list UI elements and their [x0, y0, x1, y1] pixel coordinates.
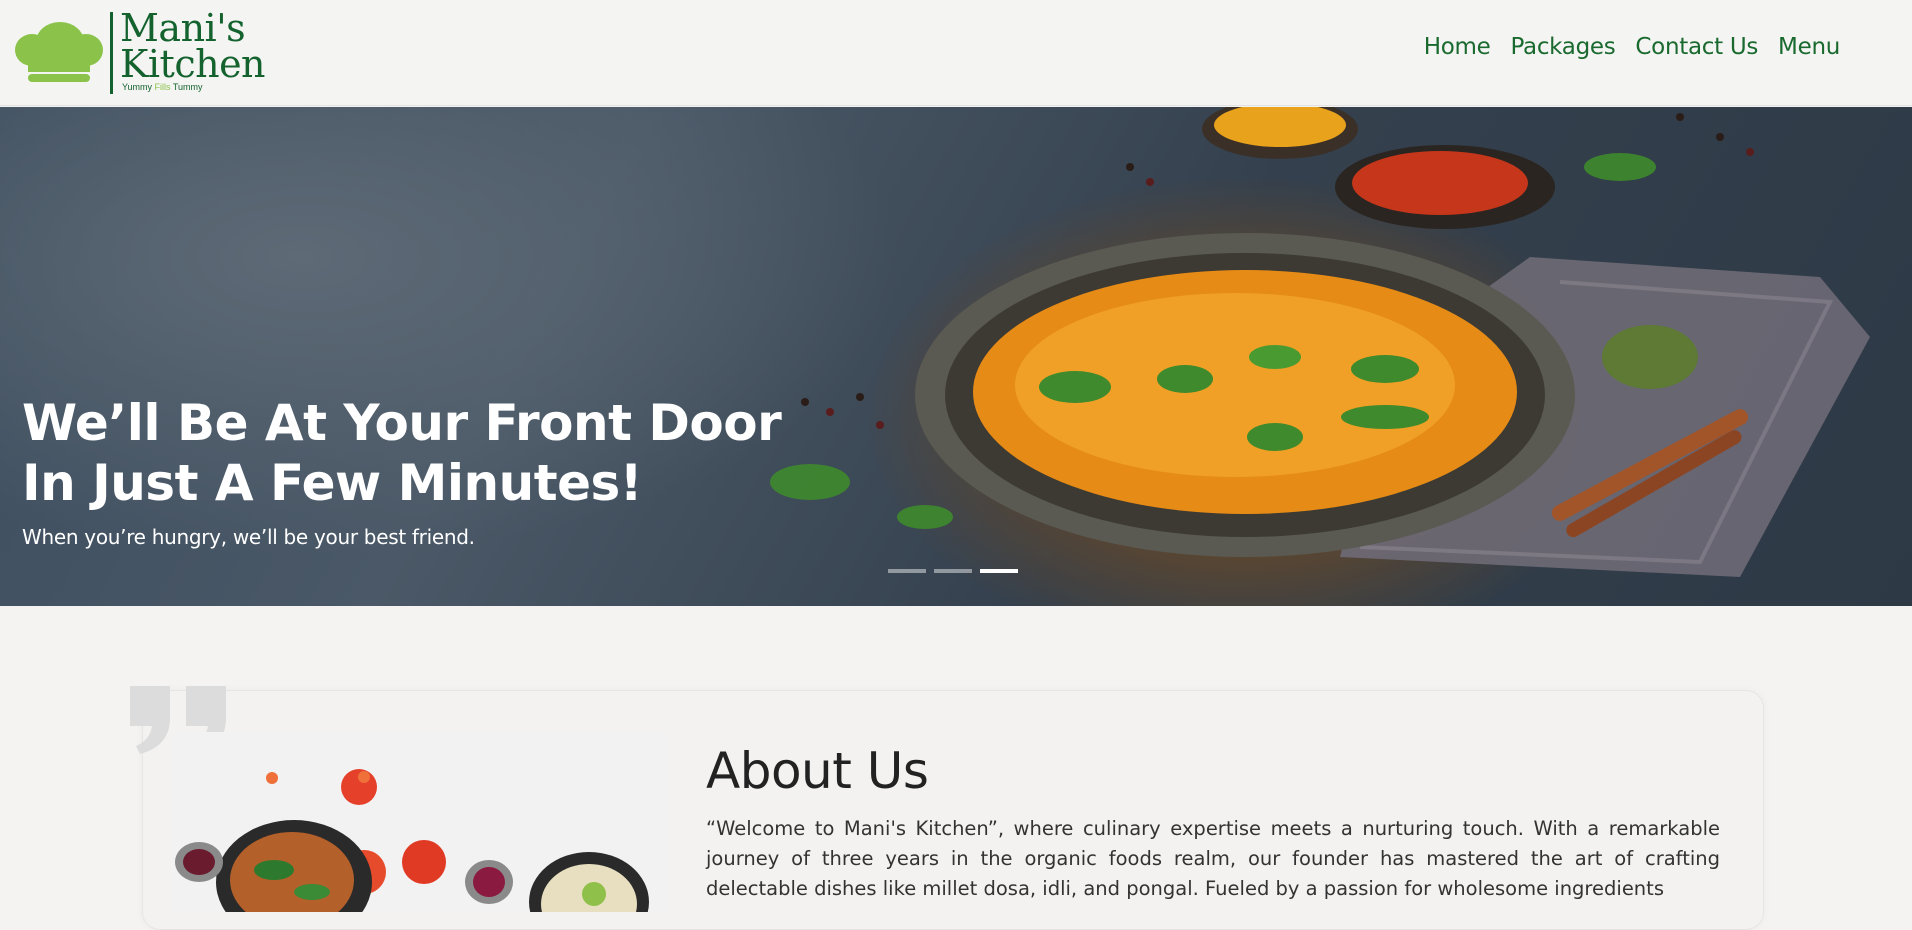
main-nav: Home Packages Contact Us Menu: [1424, 34, 1841, 60]
nav-link-contact-us[interactable]: Contact Us: [1635, 34, 1758, 60]
about-food-image: [174, 732, 666, 912]
nav-link-menu[interactable]: Menu: [1778, 34, 1840, 60]
nav-link-packages[interactable]: Packages: [1511, 34, 1616, 60]
carousel-indicator-2[interactable]: [934, 569, 972, 573]
carousel-indicator-3[interactable]: [980, 569, 1018, 573]
nav-link-home[interactable]: Home: [1424, 34, 1491, 60]
logo-divider: [110, 12, 113, 94]
hero-subtitle: When you’re hungry, we’ll be your best f…: [22, 525, 475, 549]
site-header: Mani's Kitchen Yummy Fills Tummy Home Pa…: [0, 0, 1912, 106]
about-title: About Us: [706, 742, 929, 800]
about-description: “Welcome to Mani's Kitchen”, where culin…: [706, 817, 1720, 900]
carousel-indicator-1[interactable]: [888, 569, 926, 573]
hero-headline: We’ll Be At Your Front Door In Just A Fe…: [22, 394, 782, 512]
carousel-indicators: [888, 569, 1018, 573]
brand-name: Mani's Kitchen: [120, 6, 266, 86]
chef-hat-icon: [15, 22, 103, 82]
brand-logo[interactable]: Mani's Kitchen Yummy Fills Tummy: [14, 6, 274, 96]
hero-carousel[interactable]: We’ll Be At Your Front Door In Just A Fe…: [0, 107, 1912, 606]
brand-tagline: Yummy Fills Tummy: [122, 82, 203, 92]
